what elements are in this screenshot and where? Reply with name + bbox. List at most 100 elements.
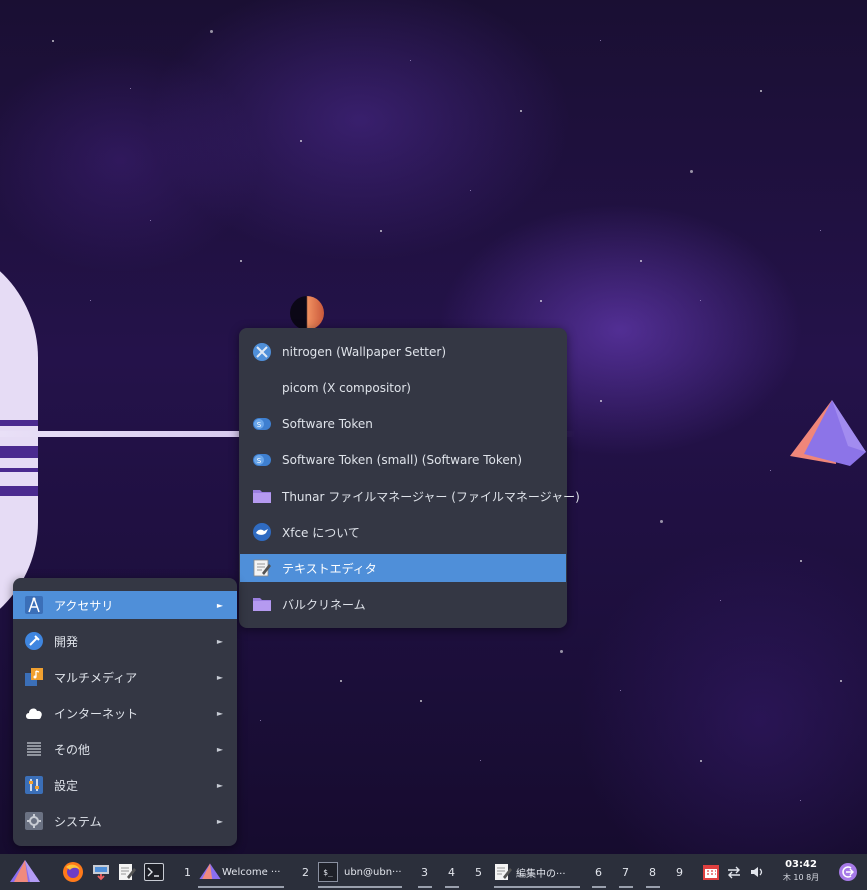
workspace-6[interactable]: 6 <box>595 854 602 890</box>
software-token-icon: S <box>252 450 272 470</box>
session-button[interactable] <box>838 854 858 890</box>
workspace-indicator <box>646 886 660 888</box>
submenu-item-label: Thunar ファイルマネージャー (ファイルマネージャー) <box>282 489 580 504</box>
submenu-item-label: nitrogen (Wallpaper Setter) <box>282 345 447 359</box>
task-label: ubn@ubn··· <box>344 866 402 878</box>
workspace-4[interactable]: 4 <box>448 854 455 890</box>
volume-tray[interactable] <box>749 854 765 890</box>
internet-cloud-icon <box>24 703 44 723</box>
submenu-item-thunar[interactable]: Thunar ファイルマネージャー (ファイルマネージャー) <box>240 482 580 510</box>
submenu-item-text-editor[interactable]: テキストエディタ <box>240 554 566 582</box>
other-icon <box>24 739 44 759</box>
workspace-indicator <box>619 886 633 888</box>
taskbar: 1 Welcome ··· 2 $_ ubn@ubn··· 3 4 5 編集中の… <box>0 854 867 890</box>
accessories-icon <box>24 595 44 615</box>
submenu-item-about-xfce[interactable]: Xfce について <box>240 518 566 546</box>
submenu-item-label: Software Token <box>282 417 373 431</box>
clock-time: 03:42 <box>785 859 817 870</box>
folder-icon <box>252 594 272 614</box>
menu-category-label: システム <box>54 814 102 829</box>
workspace-2[interactable]: 2 <box>302 854 309 890</box>
calendar-icon <box>703 865 719 880</box>
development-icon <box>24 631 44 651</box>
submenu-item-bulk-rename[interactable]: バルクリネーム <box>240 590 566 618</box>
firefox-icon <box>63 862 83 882</box>
submenu-item-software-token[interactable]: S Software Token <box>240 410 566 438</box>
submenu-item-label: picom (X compositor) <box>282 381 411 395</box>
submenu-item-label: テキストエディタ <box>282 561 377 576</box>
task-label: Welcome ··· <box>222 866 281 878</box>
menu-category-label: 開発 <box>54 634 79 649</box>
submenu-item-label: Software Token (small) (Software Token) <box>282 453 523 467</box>
multimedia-icon <box>24 667 44 687</box>
screenshot-launcher[interactable] <box>92 854 110 890</box>
accessories-submenu: nitrogen (Wallpaper Setter) picom (X com… <box>239 328 580 628</box>
task-text-editor[interactable]: 編集中の··· <box>494 854 566 890</box>
workspace-8[interactable]: 8 <box>649 854 656 890</box>
active-task-indicator <box>198 886 284 888</box>
network-arrows-icon <box>728 866 740 879</box>
folder-icon <box>252 486 272 506</box>
app-launcher-logo-icon <box>10 860 40 882</box>
submenu-item-label: Xfce について <box>282 525 360 540</box>
submenu-item-picom[interactable]: picom (X compositor) <box>240 374 566 402</box>
task-indicator <box>318 886 402 888</box>
picom-blank-icon <box>252 378 272 398</box>
welcome-app-icon <box>199 863 221 880</box>
task-welcome[interactable]: Welcome ··· <box>198 854 280 890</box>
desktop: nitrogen (Wallpaper Setter) picom (X com… <box>0 0 867 890</box>
menu-category-label: その他 <box>54 742 91 757</box>
submenu-arrow-icon: ► <box>216 708 223 718</box>
terminal-launcher[interactable] <box>144 854 164 890</box>
workspace-7[interactable]: 7 <box>622 854 629 890</box>
menu-category-accessories[interactable]: アクセサリ ► <box>13 591 237 619</box>
whisker-menu-button[interactable] <box>8 854 42 890</box>
terminal-icon: $_ <box>318 862 338 882</box>
moon-graphic <box>290 296 324 330</box>
menu-category-multimedia[interactable]: マルチメディア ► <box>13 663 237 691</box>
menu-category-settings[interactable]: 設定 ► <box>13 771 237 799</box>
clock-date: 木 10 8月 <box>782 873 820 882</box>
menu-category-system[interactable]: システム ► <box>13 807 237 835</box>
system-icon <box>24 811 44 831</box>
volume-icon <box>751 867 763 877</box>
clock[interactable]: 03:42 木 10 8月 <box>782 858 820 884</box>
submenu-arrow-icon: ► <box>216 744 223 754</box>
xfce-icon <box>252 522 272 542</box>
svg-text:S: S <box>257 421 262 429</box>
terminal-icon <box>144 863 164 881</box>
menu-category-label: マルチメディア <box>54 670 138 685</box>
workspace-3[interactable]: 3 <box>421 854 428 890</box>
application-menu: アクセサリ ► 開発 ► マルチメディア ► インターネット ► その他 ► 設… <box>13 578 237 846</box>
submenu-item-nitrogen[interactable]: nitrogen (Wallpaper Setter) <box>240 338 566 366</box>
menu-category-development[interactable]: 開発 ► <box>13 627 237 655</box>
menu-category-label: アクセサリ <box>54 598 114 613</box>
text-editor-icon <box>495 864 512 880</box>
menu-category-other[interactable]: その他 ► <box>13 735 237 763</box>
logout-icon <box>839 863 857 881</box>
software-token-icon: S <box>252 414 272 434</box>
network-tray[interactable] <box>726 854 742 890</box>
workspace-indicator <box>418 886 432 888</box>
screenshot-icon <box>93 865 109 881</box>
nitrogen-icon <box>252 342 272 362</box>
submenu-arrow-icon: ► <box>216 816 223 826</box>
text-editor-launcher[interactable] <box>118 854 136 890</box>
submenu-item-software-token-small[interactable]: S Software Token (small) (Software Token… <box>240 446 566 474</box>
submenu-arrow-icon: ► <box>216 780 223 790</box>
task-terminal[interactable]: $_ ubn@ubn··· <box>318 854 402 890</box>
submenu-item-label: バルクリネーム <box>282 597 366 612</box>
firefox-launcher[interactable] <box>62 854 84 890</box>
workspace-5[interactable]: 5 <box>475 854 482 890</box>
menu-category-internet[interactable]: インターネット ► <box>13 699 237 727</box>
submenu-arrow-icon: ► <box>216 600 223 610</box>
svg-text:S: S <box>257 457 262 465</box>
workspace-1[interactable]: 1 <box>184 854 191 890</box>
workspace-9[interactable]: 9 <box>676 854 683 890</box>
submenu-arrow-icon: ► <box>216 636 223 646</box>
prism-graphic <box>790 400 866 466</box>
submenu-arrow-icon: ► <box>216 672 223 682</box>
menu-category-label: インターネット <box>54 706 139 721</box>
text-editor-icon <box>119 864 136 880</box>
calendar-tray[interactable] <box>702 854 720 890</box>
